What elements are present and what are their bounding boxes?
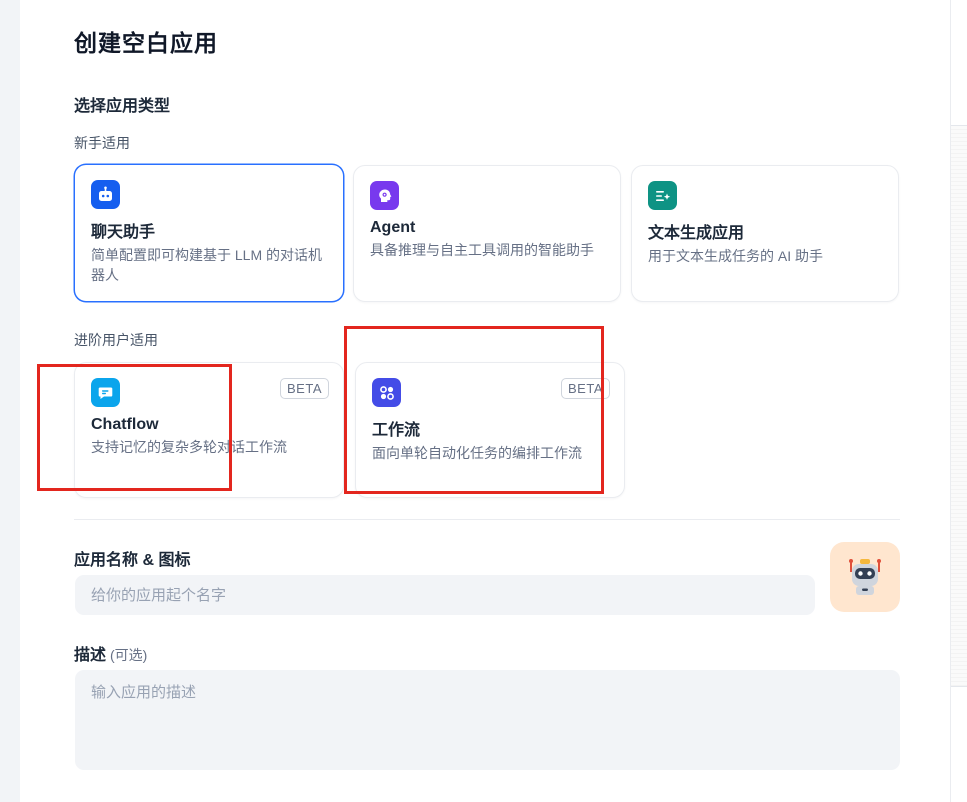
brain-icon bbox=[370, 181, 399, 210]
app-type-card-completion[interactable]: 文本生成应用 用于文本生成任务的 AI 助手 bbox=[631, 165, 899, 302]
advanced-group-label: 进阶用户适用 bbox=[74, 332, 158, 348]
description-textarea[interactable] bbox=[75, 670, 900, 770]
description-label-text: 描述 bbox=[74, 647, 107, 664]
background-page-segment bbox=[951, 125, 967, 687]
text-sparkle-icon bbox=[648, 181, 677, 210]
app-type-name: Chatflow bbox=[91, 416, 159, 433]
app-type-desc: 支持记忆的复杂多轮对话工作流 bbox=[91, 439, 287, 455]
app-type-desc: 具备推理与自主工具调用的智能助手 bbox=[370, 242, 594, 258]
beta-badge: BETA bbox=[280, 378, 329, 399]
section-divider bbox=[74, 519, 900, 520]
workflow-icon bbox=[372, 378, 401, 407]
app-type-desc: 简单配置即可构建基于 LLM 的对话机器人 bbox=[91, 247, 323, 283]
chat-bubble-icon bbox=[91, 378, 120, 407]
app-type-name: 聊天助手 bbox=[91, 224, 156, 241]
app-type-card-chatflow[interactable]: BETA Chatflow 支持记忆的复杂多轮对话工作流 bbox=[74, 362, 344, 498]
optional-hint: (可选) bbox=[110, 647, 148, 663]
app-type-name: 工作流 bbox=[372, 422, 421, 439]
description-label: 描述 (可选) bbox=[74, 641, 147, 665]
background-page-edge bbox=[950, 0, 967, 802]
app-type-desc: 用于文本生成任务的 AI 助手 bbox=[648, 248, 824, 264]
app-name-label: 应用名称 & 图标 bbox=[74, 552, 191, 569]
beginner-group-label: 新手适用 bbox=[74, 135, 130, 151]
app-type-name: 文本生成应用 bbox=[648, 225, 745, 242]
robot-icon bbox=[91, 180, 120, 209]
app-type-desc: 面向单轮自动化任务的编排工作流 bbox=[372, 445, 582, 461]
dialog-title: 创建空白应用 bbox=[74, 30, 218, 56]
app-type-card-chat[interactable]: 聊天助手 简单配置即可构建基于 LLM 的对话机器人 bbox=[74, 164, 344, 302]
beta-badge: BETA bbox=[561, 378, 610, 399]
app-type-name: Agent bbox=[370, 219, 416, 236]
app-type-card-workflow[interactable]: BETA 工作流 面向单轮自动化任务的编排工作流 bbox=[355, 362, 625, 498]
app-type-card-agent[interactable]: Agent 具备推理与自主工具调用的智能助手 bbox=[353, 165, 621, 302]
app-type-section-title: 选择应用类型 bbox=[74, 98, 171, 115]
app-name-input[interactable] bbox=[75, 575, 815, 615]
robot-avatar-icon[interactable] bbox=[830, 542, 900, 612]
